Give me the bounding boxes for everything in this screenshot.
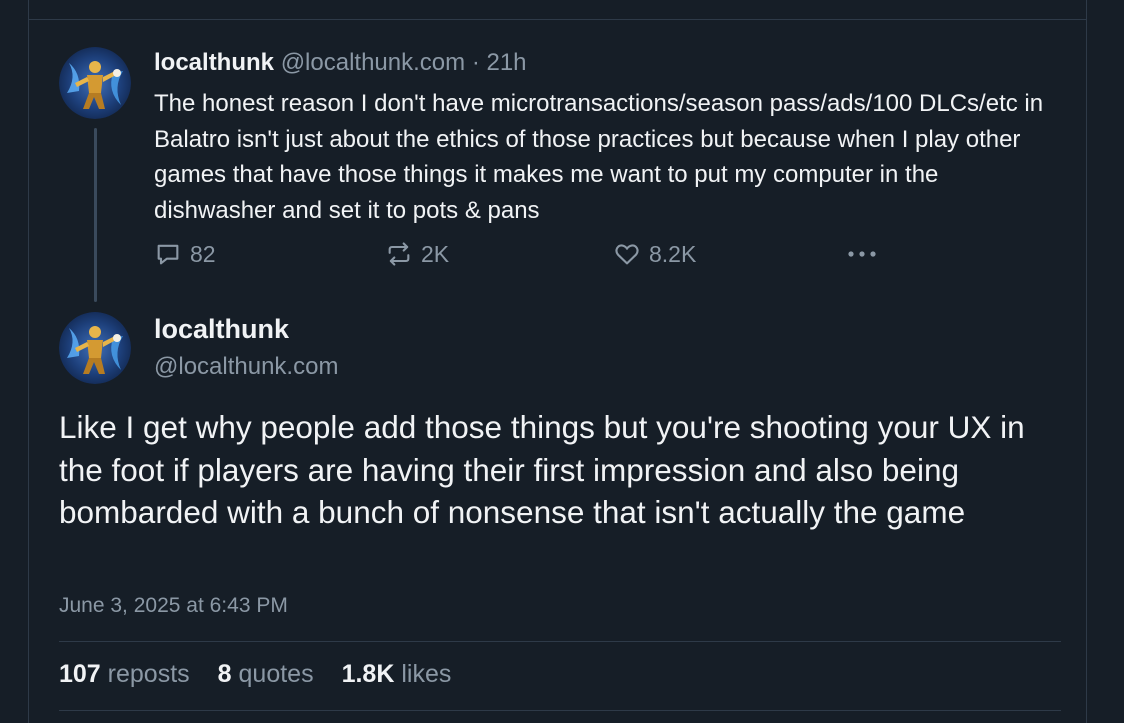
- top-divider: [29, 19, 1086, 20]
- thread-column: localthunk @localthunk.com · 21h The hon…: [28, 0, 1087, 723]
- parent-post-text: The honest reason I don't have microtran…: [154, 90, 1044, 224]
- reply-button[interactable]: 82: [154, 240, 216, 268]
- reposts-stat[interactable]: 107 reposts: [59, 660, 190, 689]
- main-author-handle[interactable]: @localthunk.com: [154, 353, 338, 381]
- reply-count: 82: [190, 240, 216, 267]
- more-options-button[interactable]: [844, 240, 880, 268]
- more-icon: [844, 240, 880, 268]
- reposts-count: 107: [59, 660, 101, 688]
- main-author-name[interactable]: localthunk: [154, 314, 289, 345]
- likes-label: likes: [401, 660, 452, 688]
- quotes-count: 8: [217, 660, 232, 688]
- repost-icon: [385, 240, 413, 268]
- reposts-label: reposts: [107, 660, 190, 688]
- parent-author-avatar[interactable]: [59, 47, 131, 119]
- comment-icon: [154, 240, 182, 268]
- repost-button[interactable]: 2K: [385, 240, 449, 268]
- post-stats: 107 reposts 8 quotes 1.8K likes: [59, 660, 451, 689]
- likes-stat[interactable]: 1.8K likes: [342, 660, 452, 689]
- like-count: 8.2K: [649, 240, 697, 267]
- parent-post-actions: 82 2K 8.2K: [154, 240, 884, 272]
- quotes-label: quotes: [238, 660, 314, 688]
- like-button[interactable]: 8.2K: [613, 240, 696, 268]
- main-author-avatar[interactable]: [59, 312, 131, 384]
- parent-author-handle[interactable]: @localthunk.com: [281, 49, 465, 76]
- likes-count: 1.8K: [341, 660, 395, 688]
- quotes-stat[interactable]: 8 quotes: [218, 660, 314, 689]
- heart-icon: [613, 240, 641, 268]
- thread-connector-line: [94, 128, 97, 302]
- parent-post-header: localthunk @localthunk.com · 21h: [154, 48, 527, 78]
- repost-count: 2K: [421, 240, 450, 267]
- stats-bottom-divider: [59, 710, 1061, 711]
- main-post-text: Like I get why people add those things b…: [59, 409, 1025, 530]
- post-timestamp[interactable]: June 3, 2025 at 6:43 PM: [59, 594, 288, 618]
- parent-author-name[interactable]: localthunk: [154, 49, 274, 76]
- stats-top-divider: [59, 641, 1061, 642]
- parent-post-time[interactable]: 21h: [486, 49, 526, 76]
- time-separator: ·: [471, 49, 480, 76]
